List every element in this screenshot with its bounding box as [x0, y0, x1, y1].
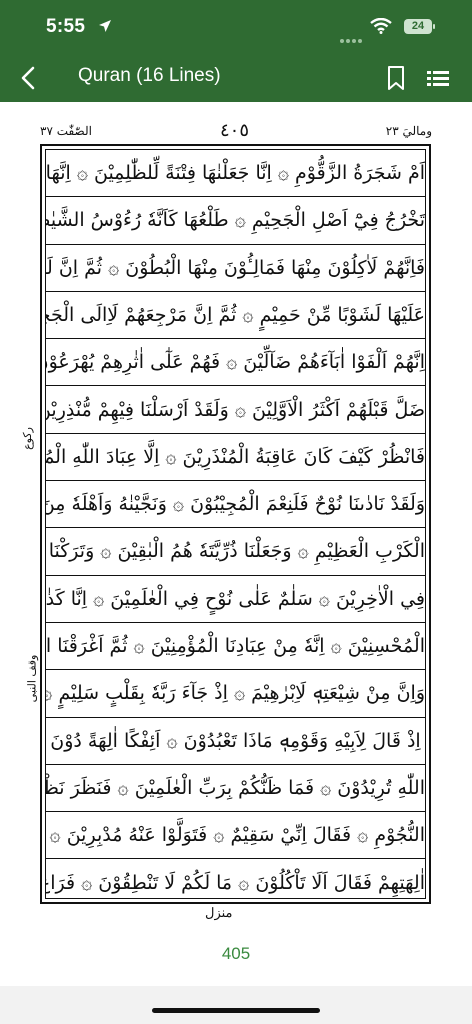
quran-line: اِنَّهُمْ اَلْفَوْا اٰبَآءَهُمْ ضَآلِّيْ… [46, 339, 425, 387]
quran-page[interactable]: الصّٰفّٰت ٣٧ ٤٠٥ وماليَ ٢٣ اَمْ شَجَرَةُ… [0, 102, 472, 986]
app-header: Quran (16 Lines) [0, 54, 472, 102]
status-bar: 5:55 24 [0, 0, 472, 54]
home-indicator [152, 1008, 320, 1013]
quran-line: فَانْظُرْ كَيْفَ كَانَ عَاقِبَةُ الْمُنْ… [46, 434, 425, 482]
quran-line: وَلَقَدْ نَادٰىنَا نُوْحٌ فَلَنِعْمَ الْ… [46, 481, 425, 529]
quran-line: فَاِنَّهُمْ لَاٰكِلُوْنَ مِنْهَا فَمَالِ… [46, 245, 425, 292]
waqf-mark: وقف النبی [25, 654, 39, 703]
quran-line: فِي الْاٰخِرِيْنَ ۞ سَلٰمٌ عَلٰى نُوْحٍ … [46, 576, 425, 623]
text-lines: اَمْ شَجَرَةُ الزَّقُّوْمِ ۞ اِنَّا جَعَ… [45, 149, 426, 899]
page-title: Quran (16 Lines) [78, 65, 221, 86]
battery-tip [433, 24, 435, 29]
quran-line: الْكَرْبِ الْعَظِيْمِ ۞ وَجَعَلْنَا ذُرِ… [46, 528, 425, 576]
status-time: 5:55 [46, 16, 86, 37]
quran-line: تَخْرُجُ فِيْٓ اَصْلِ الْجَحِيْمِ ۞ طَلْ… [46, 197, 425, 245]
manzil-label: منزل [205, 906, 233, 921]
quran-line: عَلَيْهَا لَشَوْبًا مِّنْ حَمِيْمٍ ۞ ثُم… [46, 292, 425, 340]
page-number-arabic: ٤٠٥ [220, 120, 250, 141]
quran-line: اللّٰهِ تُرِيْدُوْنَ ۞ فَمَا ظَنُّكُمْ ب… [46, 765, 425, 813]
battery-indicator: 24 [404, 19, 432, 34]
quran-line: اِذْ قَالَ لِاَبِيْهِ وَقَوْمِهٖ مَاذَا … [46, 718, 425, 765]
quran-line: الْمُحْسِنِيْنَ ۞ اِنَّهٗ مِنْ عِبَادِنَ… [46, 623, 425, 671]
back-button[interactable] [14, 64, 44, 92]
wifi-icon [370, 17, 392, 38]
signal-dots-icon [340, 28, 364, 47]
location-arrow-icon [98, 18, 112, 37]
text-frame: اَمْ شَجَرَةُ الزَّقُّوْمِ ۞ اِنَّا جَعَ… [40, 144, 431, 904]
page-number: 405 [221, 944, 251, 963]
list-menu-button[interactable] [424, 66, 452, 90]
quran-line: ضَلَّ قَبْلَهُمْ اَكْثَرُ الْاَوَّلِيْنَ… [46, 387, 425, 434]
quran-line: اَمْ شَجَرَةُ الزَّقُّوْمِ ۞ اِنَّا جَعَ… [46, 150, 425, 198]
surah-name: الصّٰفّٰت ٣٧ [40, 124, 92, 138]
quran-line: اٰلِهَتِهِمْ فَقَالَ اَلَا تَاْكُلُوْنَ … [46, 871, 425, 894]
bottom-bar [0, 986, 472, 1024]
para-name: وماليَ ٢٣ [385, 124, 432, 138]
quran-line: النُّجُوْمِ ۞ فَقَالَ اِنِّيْ سَقِيْمٌ ۞… [46, 812, 425, 860]
page-header: الصّٰفّٰت ٣٧ ٤٠٥ وماليَ ٢٣ [40, 120, 432, 144]
bookmark-button[interactable] [384, 65, 408, 91]
ruku-mark: رکوع [20, 427, 34, 450]
quran-line: وَاِنَّ مِنْ شِيْعَتِهٖ لَاِبْرٰهِيْمَ ۞… [46, 670, 425, 718]
